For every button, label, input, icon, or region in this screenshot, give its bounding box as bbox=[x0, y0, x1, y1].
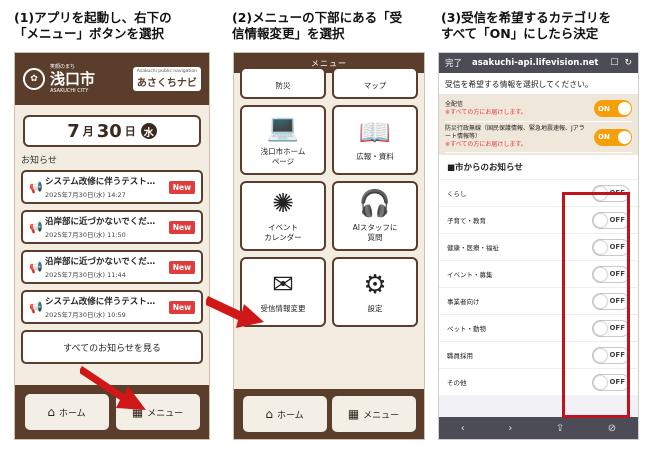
reload-icon[interactable]: ↻ bbox=[624, 58, 632, 68]
browser-bar: 完了 asakuchi-api.lifevision.net ☐ ↻ bbox=[439, 53, 638, 73]
menu-item-ai-staff[interactable]: 🎧 AIスタッフに 質問 bbox=[332, 181, 418, 251]
menu-tab-button[interactable]: ▦ メニュー bbox=[331, 396, 416, 432]
toggle-switch[interactable]: ON bbox=[594, 100, 632, 117]
grid-icon: ▦ bbox=[347, 407, 360, 421]
city-name: 笑顔のまち 浅口市 ASAKUCHI CITY bbox=[50, 63, 96, 94]
menu-item-events[interactable]: ✺ イベント カレンダー bbox=[240, 181, 326, 251]
instruction-text: 受信を希望する情報を選択してください。 bbox=[439, 73, 638, 94]
megaphone-icon: 📢 bbox=[29, 180, 43, 194]
home-icon: ⌂ bbox=[265, 407, 273, 421]
menu-item-map[interactable]: マップ bbox=[332, 67, 418, 99]
toggle-highlight-box bbox=[562, 192, 630, 418]
headset-icon: 🎧 bbox=[358, 189, 392, 219]
mandatory-settings: 全配信 ※すべての方にお届けします。 ON 防災行政無線（国民保護情報、緊急地震速… bbox=[439, 94, 638, 155]
step1-caption: (1)アプリを起動し、右下の 「メニュー」ボタンを選択 bbox=[14, 10, 172, 41]
step2-caption: (2)メニューの下部にある「受 信情報変更」を選択 bbox=[232, 10, 403, 41]
news-heading: お知らせ bbox=[21, 156, 57, 166]
menu-grid: 防災 マップ 💻 浅口市ホーム ページ 📖 広報・資料 ✺ イベント カレンダー… bbox=[234, 67, 424, 327]
megaphone-icon: 📢 bbox=[29, 220, 43, 234]
done-button[interactable]: 完了 bbox=[445, 57, 462, 69]
news-item[interactable]: 📢 システム改修に伴うテスト… 2025年7月30日(水) 14:27 New bbox=[21, 170, 203, 204]
new-badge: New bbox=[168, 260, 195, 274]
compass-icon[interactable]: ⊘ bbox=[608, 423, 616, 434]
book-icon: 📖 bbox=[358, 118, 392, 148]
arrow-to-menu-icon bbox=[80, 366, 146, 410]
browser-toolbar: ‹ › ⇪ ⊘ bbox=[439, 417, 638, 439]
envelope-icon: ✉ bbox=[272, 270, 294, 300]
news-item[interactable]: 📢 沿岸部に近づかないでくだ… 2025年7月30日(水) 11:50 New bbox=[21, 210, 203, 244]
bottom-tab-bar: ⌂ ホーム ▦ メニュー bbox=[234, 389, 424, 439]
megaphone-icon: 📢 bbox=[29, 260, 43, 274]
setting-row-disaster: 防災行政無線（国民保護情報、緊急地震速報、Jアラート情報等） ※すべての方にお届け… bbox=[445, 122, 632, 153]
home-icon: ⌂ bbox=[47, 405, 55, 419]
step3-caption: (3)受信を希望するカテゴリを すべて「ON」にしたら決定 bbox=[441, 10, 612, 41]
menu-item-publications[interactable]: 📖 広報・資料 bbox=[332, 105, 418, 175]
menu-item-homepage[interactable]: 💻 浅口市ホーム ページ bbox=[240, 105, 326, 175]
tutorial-page: (1)アプリを起動し、右下の 「メニュー」ボタンを選択 (2)メニューの下部にあ… bbox=[0, 0, 650, 450]
share-icon[interactable]: ⇪ bbox=[556, 423, 564, 434]
section-title: ■市からのお知らせ bbox=[439, 155, 638, 179]
home-tab-button[interactable]: ⌂ ホーム bbox=[242, 396, 327, 432]
toggle-switch[interactable]: ON bbox=[594, 128, 632, 146]
setting-row-all: 全配信 ※すべての方にお届けします。 ON bbox=[445, 96, 632, 122]
arrow-to-receive-settings-icon bbox=[206, 296, 264, 328]
tabs-icon[interactable]: ☐ bbox=[610, 58, 618, 68]
forward-icon[interactable]: › bbox=[508, 423, 512, 434]
see-all-news-button[interactable]: すべてのお知らせを見る bbox=[21, 330, 203, 364]
new-badge: New bbox=[168, 220, 195, 234]
app-header: ✿ 笑顔のまち 浅口市 ASAKUCHI CITY Asakuchi publi… bbox=[15, 53, 209, 105]
back-icon[interactable]: ‹ bbox=[461, 423, 465, 434]
new-badge: New bbox=[168, 300, 195, 314]
megaphone-icon: 📢 bbox=[29, 300, 43, 314]
news-item[interactable]: 📢 沿岸部に近づかないでくだ… 2025年7月30日(水) 11:44 New bbox=[21, 250, 203, 284]
weekday-badge: 水 bbox=[140, 123, 157, 139]
date-display: 7 月 30 日 水 bbox=[23, 115, 201, 147]
menu-item-disaster[interactable]: 防災 bbox=[240, 67, 326, 99]
app-logo: Asakuchi public navigation あさくちナビ bbox=[132, 67, 201, 91]
gear-icon: ⚙ bbox=[363, 270, 387, 300]
url-text: asakuchi-api.lifevision.net bbox=[472, 58, 599, 68]
new-badge: New bbox=[168, 180, 195, 194]
menu-screen: メニュー 防災 マップ 💻 浅口市ホーム ページ 📖 広報・資料 ✺ イベント … bbox=[233, 52, 425, 440]
news-item[interactable]: 📢 システム改修に伴うテスト… 2025年7月30日(水) 10:59 New bbox=[21, 290, 203, 324]
laptop-search-icon: 💻 bbox=[266, 113, 300, 143]
sparkle-icon: ✺ bbox=[272, 189, 294, 219]
menu-item-settings[interactable]: ⚙ 設定 bbox=[332, 257, 418, 327]
city-logo-icon: ✿ bbox=[23, 68, 45, 90]
